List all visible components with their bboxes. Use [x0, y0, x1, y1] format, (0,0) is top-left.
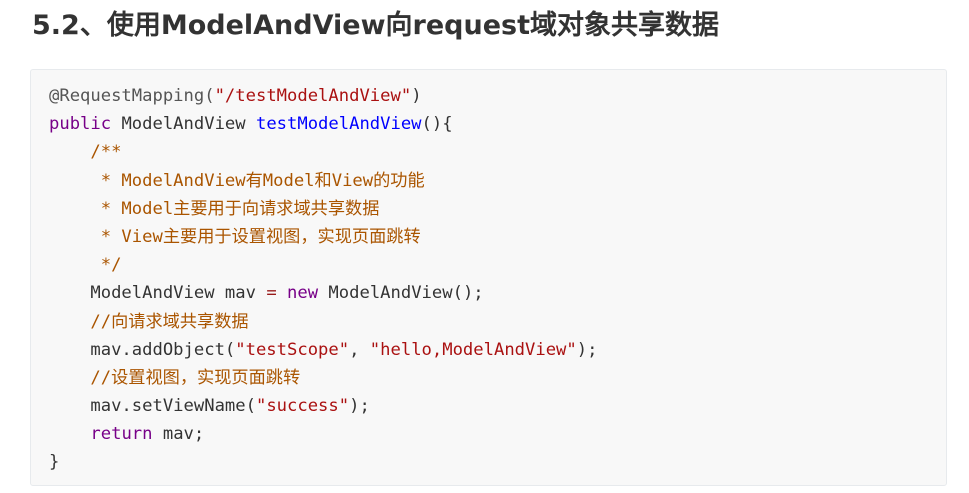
code-line: } — [49, 448, 597, 476]
code-line: //向请求域共享数据 — [49, 308, 597, 336]
code-line: @RequestMapping("/testModelAndView") — [49, 82, 597, 110]
code-content[interactable]: @RequestMapping("/testModelAndView") publ… — [49, 82, 597, 477]
code-line: mav.setViewName("success"); — [49, 392, 597, 420]
code-block[interactable]: @RequestMapping("/testModelAndView") publ… — [30, 69, 947, 486]
code-token: testModelAndView — [255, 114, 422, 135]
code-token: ModelAndView(); — [318, 283, 484, 304]
code-token: /** — [49, 142, 122, 163]
code-token: * View主要用于设置视图，实现页面跳转 — [49, 226, 421, 247]
code-token: "/testModelAndView" — [214, 86, 412, 106]
code-token: mav.setViewName( — [49, 396, 256, 417]
code-line: public ModelAndView testModelAndView(){ — [49, 110, 597, 138]
code-line: ModelAndView mav = new ModelAndView(); — [49, 279, 597, 307]
code-token: * Model主要用于向请求域共享数据 — [49, 198, 380, 219]
code-token: new — [287, 283, 319, 304]
code-token: ModelAndView — [111, 114, 256, 135]
code-token: @RequestMapping( — [49, 86, 215, 106]
code-token: } — [49, 452, 60, 473]
code-line: * Model主要用于向请求域共享数据 — [49, 195, 597, 223]
code-line: return mav; — [49, 420, 597, 448]
code-token: , — [349, 339, 370, 360]
code-token: ModelAndView mav — [49, 283, 267, 304]
code-line: */ — [49, 251, 597, 279]
code-token: public — [49, 114, 112, 135]
code-token: */ — [49, 255, 122, 276]
code-token: ) — [411, 86, 422, 106]
code-line: /** — [49, 138, 597, 166]
code-token: mav.addObject( — [49, 339, 236, 360]
code-token: mav; — [152, 424, 205, 445]
code-token: "hello,ModelAndView" — [369, 339, 577, 360]
code-token: = — [266, 283, 277, 304]
code-token: //设置视图，实现页面跳转 — [49, 367, 301, 388]
code-line: //设置视图，实现页面跳转 — [49, 364, 597, 392]
code-line: mav.addObject("testScope", "hello,ModelA… — [49, 336, 597, 364]
code-line: * View主要用于设置视图，实现页面跳转 — [49, 223, 597, 251]
code-line: * ModelAndView有Model和View的功能 — [49, 167, 597, 195]
code-token: return — [90, 424, 153, 445]
code-token: "testScope" — [235, 339, 350, 360]
section-heading: 5.2、使用ModelAndView向request域对象共享数据 — [32, 10, 719, 41]
code-token: ); — [576, 339, 598, 360]
code-token: (){ — [421, 114, 453, 135]
code-token: //向请求域共享数据 — [49, 311, 249, 332]
code-token: ); — [349, 396, 370, 417]
code-token: "success" — [255, 396, 350, 417]
code-token: * ModelAndView有Model和View的功能 — [49, 170, 425, 191]
